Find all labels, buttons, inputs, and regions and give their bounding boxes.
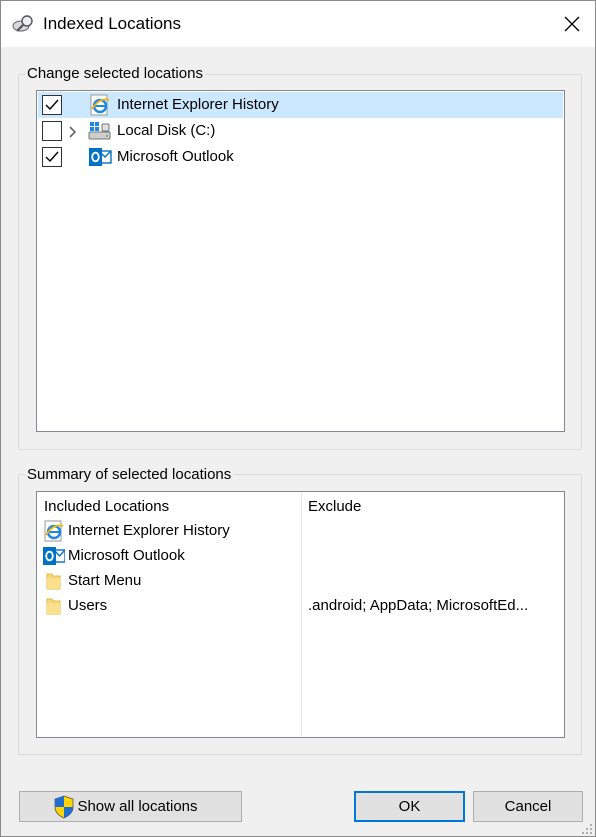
column-header-exclude: Exclude [308, 498, 362, 515]
checkmark-icon [45, 99, 59, 111]
indexed-locations-dialog: Indexed Locations Change selected locati… [0, 0, 596, 837]
folder-icon [43, 570, 65, 592]
summary-row: Start Menu [41, 569, 566, 594]
summary-included-label: Microsoft Outlook [68, 547, 185, 564]
checkbox-internet-explorer-history[interactable] [42, 95, 62, 115]
ok-label: OK [398, 798, 421, 815]
internet-explorer-icon [43, 520, 65, 542]
chevron-right-icon[interactable] [68, 125, 78, 138]
resize-grip-icon[interactable] [581, 822, 593, 834]
checkbox-local-disk[interactable] [42, 121, 62, 141]
checkbox-microsoft-outlook[interactable] [42, 147, 62, 167]
summary-row: Microsoft Outlook [41, 544, 566, 569]
show-all-locations-button[interactable]: Show all locations [19, 791, 242, 822]
summary-included-label: Users [68, 597, 108, 614]
tree-item-local-disk[interactable]: Local Disk (C:) [38, 118, 563, 144]
summary-row: Internet Explorer History [41, 519, 566, 544]
tree-item-internet-explorer-history[interactable]: Internet Explorer History [38, 92, 563, 118]
close-icon [564, 16, 580, 32]
window-title: Indexed Locations [43, 14, 181, 33]
checkmark-icon [45, 151, 59, 163]
tree-item-label: Microsoft Outlook [117, 148, 234, 165]
ok-button[interactable]: OK [354, 791, 465, 822]
locations-tree[interactable]: Internet Explorer History Local Disk (C:… [36, 90, 565, 432]
title-bar: Indexed Locations [1, 1, 595, 47]
summary-included-label: Internet Explorer History [68, 522, 230, 539]
cancel-button[interactable]: Cancel [473, 791, 583, 822]
summary-list[interactable]: Included Locations Exclude Internet Expl… [36, 491, 565, 738]
outlook-icon [88, 146, 112, 168]
close-button[interactable] [549, 1, 595, 47]
show-all-locations-label: Show all locations [77, 798, 198, 815]
internet-explorer-icon [88, 94, 112, 116]
change-locations-label: Change selected locations [25, 65, 205, 82]
summary-row: Users .android; AppData; MicrosoftEd... [41, 594, 566, 619]
indexing-options-icon [12, 14, 36, 34]
summary-label: Summary of selected locations [25, 466, 234, 483]
tree-item-label: Local Disk (C:) [117, 122, 216, 139]
column-header-included: Included Locations [44, 498, 170, 515]
tree-item-label: Internet Explorer History [117, 96, 279, 113]
uac-shield-icon [55, 795, 74, 818]
folder-icon [43, 595, 65, 617]
tree-item-microsoft-outlook[interactable]: Microsoft Outlook [38, 144, 563, 170]
summary-exclude-value: .android; AppData; MicrosoftEd... [308, 597, 529, 614]
summary-included-label: Start Menu [68, 572, 142, 589]
outlook-icon [43, 545, 66, 567]
local-disk-icon [88, 120, 112, 142]
cancel-label: Cancel [504, 798, 552, 815]
